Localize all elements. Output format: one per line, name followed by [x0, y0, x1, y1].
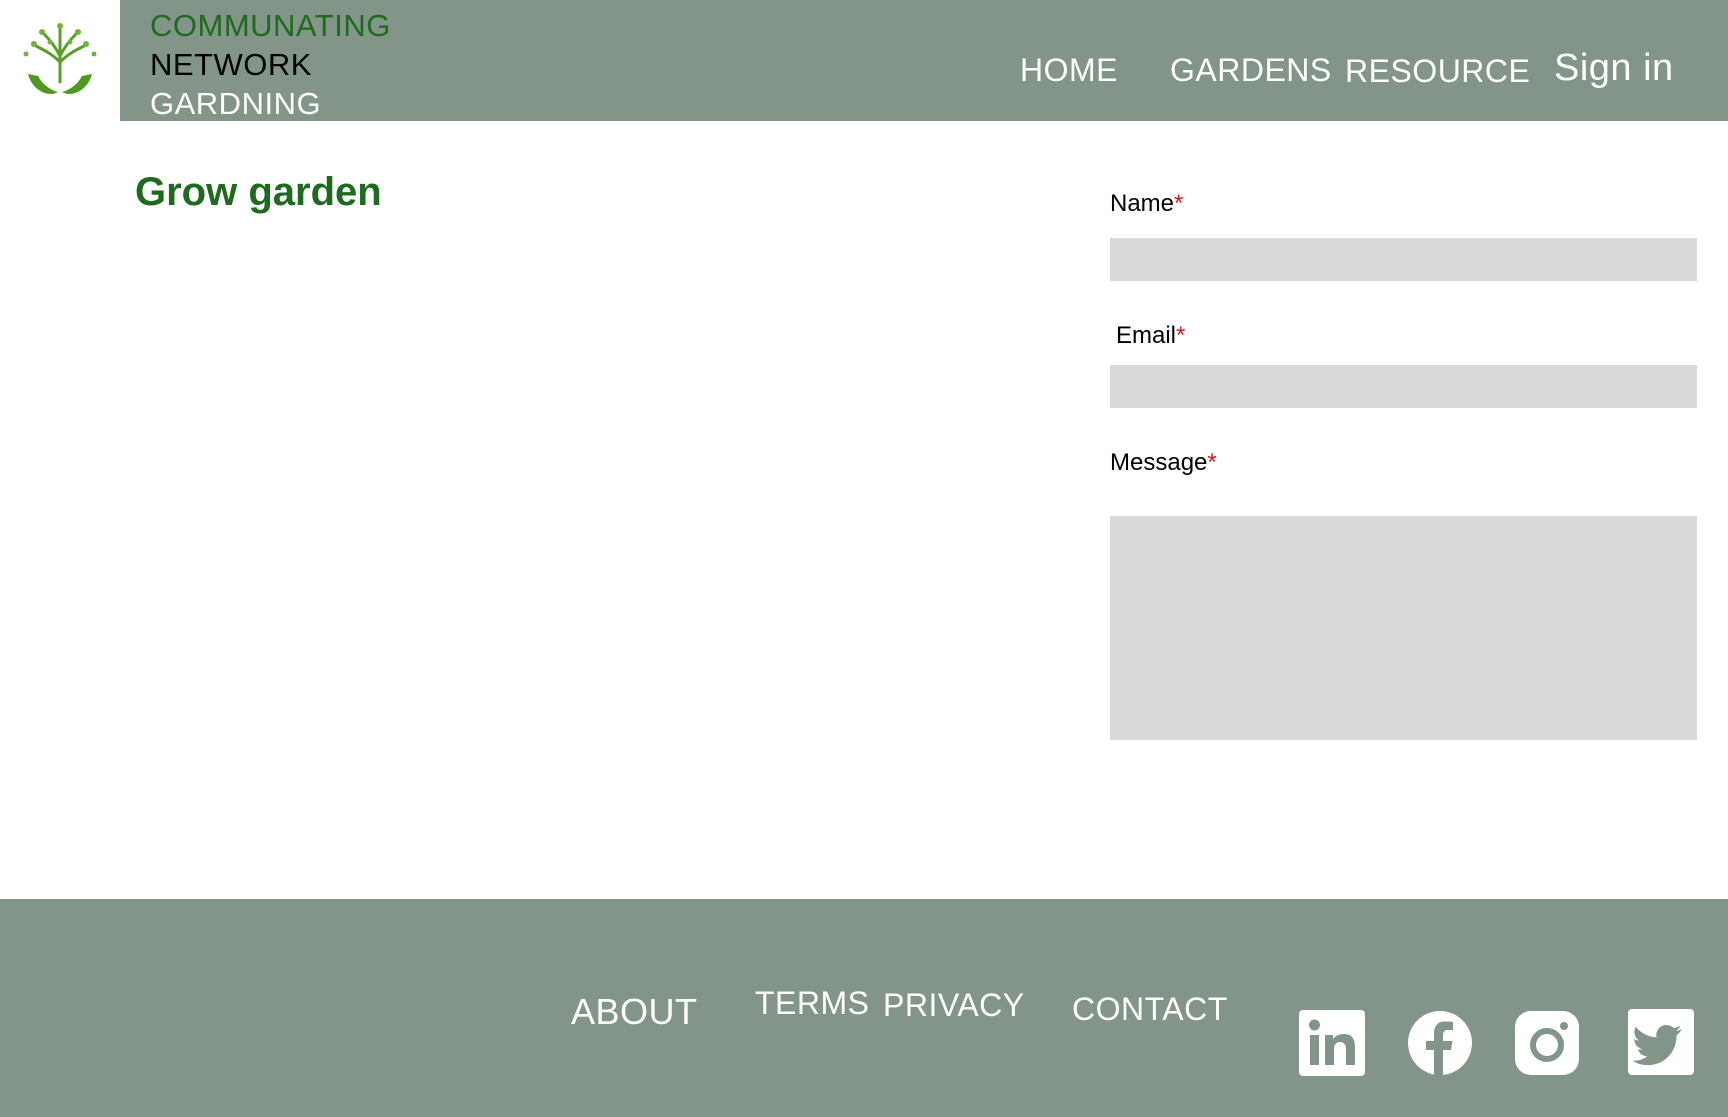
facebook-icon[interactable]	[1407, 1010, 1473, 1076]
tree-hands-logo-icon	[23, 23, 97, 94]
required-mark: *	[1176, 322, 1186, 349]
required-mark: *	[1207, 449, 1217, 476]
brand-name: COMMUNATING NETWORK GARDNING	[150, 6, 391, 123]
site-footer: ABOUT TERMS PRIVACY CONTACT	[0, 899, 1728, 1117]
message-label: Message*	[1110, 449, 1217, 477]
required-mark: *	[1174, 190, 1184, 217]
nav-gardens[interactable]: GARDENS	[1170, 52, 1332, 89]
sign-in-link[interactable]: Sign in	[1554, 47, 1674, 90]
email-label-text: Email	[1116, 322, 1177, 349]
linkedin-icon[interactable]	[1299, 1010, 1365, 1076]
logo[interactable]	[0, 0, 120, 121]
nav-resource[interactable]: RESOURCE	[1345, 53, 1530, 90]
name-field[interactable]	[1110, 238, 1697, 281]
site-header: COMMUNATING NETWORK GARDNING HOME GARDEN…	[0, 0, 1728, 121]
name-label: Name*	[1110, 190, 1183, 218]
footer-terms-link[interactable]: TERMS	[755, 985, 870, 1022]
instagram-icon[interactable]	[1514, 1010, 1580, 1076]
brand-line-3: GARDNING	[150, 86, 322, 121]
footer-about-link[interactable]: ABOUT	[571, 991, 698, 1033]
message-field[interactable]	[1110, 516, 1697, 740]
name-label-text: Name	[1110, 190, 1175, 217]
email-label: Email*	[1116, 322, 1185, 350]
email-field[interactable]	[1110, 365, 1697, 408]
brand-line-1: COMMUNATING	[150, 8, 391, 43]
brand-line-2: NETWORK	[150, 47, 312, 82]
footer-contact-link[interactable]: CONTACT	[1072, 991, 1228, 1028]
nav-home[interactable]: HOME	[1020, 52, 1118, 89]
page-title: Grow garden	[135, 170, 382, 214]
message-label-text: Message	[1110, 449, 1208, 476]
footer-privacy-link[interactable]: PRIVACY	[883, 987, 1025, 1024]
twitter-icon[interactable]	[1628, 1009, 1694, 1075]
